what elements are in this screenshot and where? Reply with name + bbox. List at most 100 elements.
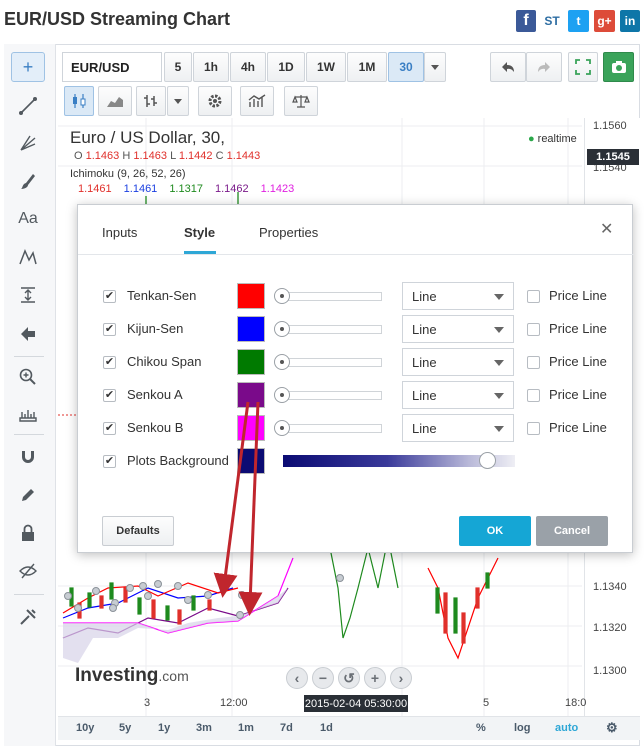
line-style-select[interactable]: Line <box>402 315 514 343</box>
tab-style[interactable]: Style <box>184 225 215 240</box>
slider-knob[interactable] <box>274 387 290 403</box>
visible-checkbox[interactable]: ✔ <box>103 323 116 336</box>
range-5y-button[interactable]: 5y <box>119 722 131 734</box>
range-1d-button[interactable]: 1d <box>320 722 333 734</box>
visible-checkbox[interactable]: ✔ <box>103 356 116 369</box>
measure-icon[interactable] <box>11 280 45 310</box>
color-swatch[interactable] <box>237 415 265 441</box>
zoom-in-button[interactable]: + <box>364 667 386 689</box>
google-plus-icon[interactable]: g+ <box>594 10 615 32</box>
range-1y-button[interactable]: 1y <box>158 722 170 734</box>
eye-hide-icon[interactable] <box>11 556 45 586</box>
pitchfork-icon[interactable] <box>11 128 45 158</box>
zoom-in-icon[interactable] <box>11 362 45 392</box>
range-7d-button[interactable]: 7d <box>280 722 293 734</box>
text-icon[interactable]: Aa <box>11 204 45 234</box>
line-style-select[interactable]: Line <box>402 348 514 376</box>
chart-type-dropdown-button[interactable] <box>167 86 189 116</box>
timeframe-5-button[interactable]: 5 <box>164 52 192 82</box>
zoom-out-button[interactable]: − <box>312 667 334 689</box>
tab-properties[interactable]: Properties <box>259 225 318 240</box>
tab-inputs[interactable]: Inputs <box>102 225 137 240</box>
transparency-slider[interactable] <box>283 452 515 469</box>
range-3m-button[interactable]: 3m <box>196 722 212 734</box>
crosshair-icon[interactable]: + <box>11 52 45 82</box>
indicator-legend[interactable]: Ichimoku (9, 26, 52, 26) <box>70 168 186 180</box>
bars-button[interactable] <box>136 86 166 116</box>
opacity-slider[interactable] <box>274 354 384 370</box>
back-arrow-icon[interactable] <box>11 319 45 349</box>
redo-button[interactable] <box>526 52 562 82</box>
opacity-slider[interactable] <box>274 420 384 436</box>
close-icon[interactable]: ✕ <box>600 219 613 239</box>
price-line-checkbox[interactable] <box>527 290 540 303</box>
symbol-input[interactable]: EUR/USD <box>62 52 162 82</box>
linkedin-icon[interactable]: in <box>620 10 640 32</box>
defaults-button[interactable]: Defaults <box>102 516 174 546</box>
time-axis[interactable]: 3 12:00 2015-02-04 05:30:00 5 18:0 <box>58 692 640 714</box>
slider-knob[interactable] <box>274 321 290 337</box>
scroll-left-button[interactable]: ‹ <box>286 667 308 689</box>
price-line-checkbox[interactable] <box>527 389 540 402</box>
price-line-checkbox[interactable] <box>527 356 540 369</box>
cancel-button[interactable]: Cancel <box>536 516 608 546</box>
color-swatch[interactable] <box>237 316 265 342</box>
opacity-slider[interactable] <box>274 321 384 337</box>
range-1m-button[interactable]: 1m <box>238 722 254 734</box>
page-title: EUR/USD Streaming Chart <box>4 9 231 29</box>
timeframe-dropdown-button[interactable] <box>424 52 446 82</box>
area-chart-button[interactable] <box>98 86 132 116</box>
trend-line-icon[interactable] <box>11 91 45 121</box>
color-swatch[interactable] <box>237 283 265 309</box>
percent-scale-button[interactable]: % <box>476 722 486 734</box>
timeframe-1h-button[interactable]: 1h <box>193 52 229 82</box>
opacity-slider[interactable] <box>274 288 384 304</box>
price-line-checkbox[interactable] <box>527 422 540 435</box>
slider-knob[interactable] <box>274 354 290 370</box>
slider-knob[interactable] <box>274 420 290 436</box>
timeframe-30-button[interactable]: 30 <box>388 52 424 82</box>
wrench-icon[interactable] <box>11 602 45 632</box>
visible-checkbox[interactable]: ✔ <box>103 389 116 402</box>
facebook-icon[interactable]: f <box>516 10 536 32</box>
visible-checkbox[interactable]: ✔ <box>103 290 116 303</box>
auto-scale-button[interactable]: auto <box>555 722 578 734</box>
brush-icon[interactable] <box>11 166 45 196</box>
pattern-icon[interactable] <box>11 242 45 272</box>
stocktwits-icon[interactable]: ST <box>541 10 563 32</box>
visible-checkbox[interactable]: ✔ <box>103 455 116 468</box>
timeframe-1m-button[interactable]: 1M <box>347 52 387 82</box>
snapshot-button[interactable] <box>603 52 634 82</box>
log-scale-button[interactable]: log <box>514 722 531 734</box>
line-style-select[interactable]: Line <box>402 282 514 310</box>
indicators-button[interactable] <box>240 86 274 116</box>
compare-button[interactable] <box>284 86 318 116</box>
gear-icon[interactable]: ⚙ <box>606 720 618 736</box>
slider-knob[interactable] <box>274 288 290 304</box>
color-swatch[interactable] <box>237 448 265 474</box>
magnet-icon[interactable] <box>11 442 45 472</box>
opacity-slider[interactable] <box>274 387 384 403</box>
timeframe-1w-button[interactable]: 1W <box>306 52 346 82</box>
color-swatch[interactable] <box>237 382 265 408</box>
undo-button[interactable] <box>490 52 526 82</box>
pencil-lock-icon[interactable] <box>11 480 45 510</box>
line-style-select[interactable]: Line <box>402 381 514 409</box>
timeframe-4h-button[interactable]: 4h <box>230 52 266 82</box>
twitter-icon[interactable]: t <box>568 10 589 32</box>
range-10y-button[interactable]: 10y <box>76 722 94 734</box>
candles-button[interactable] <box>64 86 94 116</box>
ok-button[interactable]: OK <box>459 516 531 546</box>
visible-checkbox[interactable]: ✔ <box>103 422 116 435</box>
scroll-right-button[interactable]: › <box>390 667 412 689</box>
line-style-select[interactable]: Line <box>402 414 514 442</box>
fullscreen-button[interactable] <box>568 52 598 82</box>
reset-button[interactable]: ↺ <box>338 667 360 689</box>
color-swatch[interactable] <box>237 349 265 375</box>
price-line-checkbox[interactable] <box>527 323 540 336</box>
timeframe-1d-button[interactable]: 1D <box>267 52 305 82</box>
ruler-icon[interactable] <box>11 398 45 428</box>
lock-icon[interactable] <box>11 518 45 548</box>
settings-button[interactable] <box>198 86 232 116</box>
slider-knob[interactable] <box>479 452 496 469</box>
